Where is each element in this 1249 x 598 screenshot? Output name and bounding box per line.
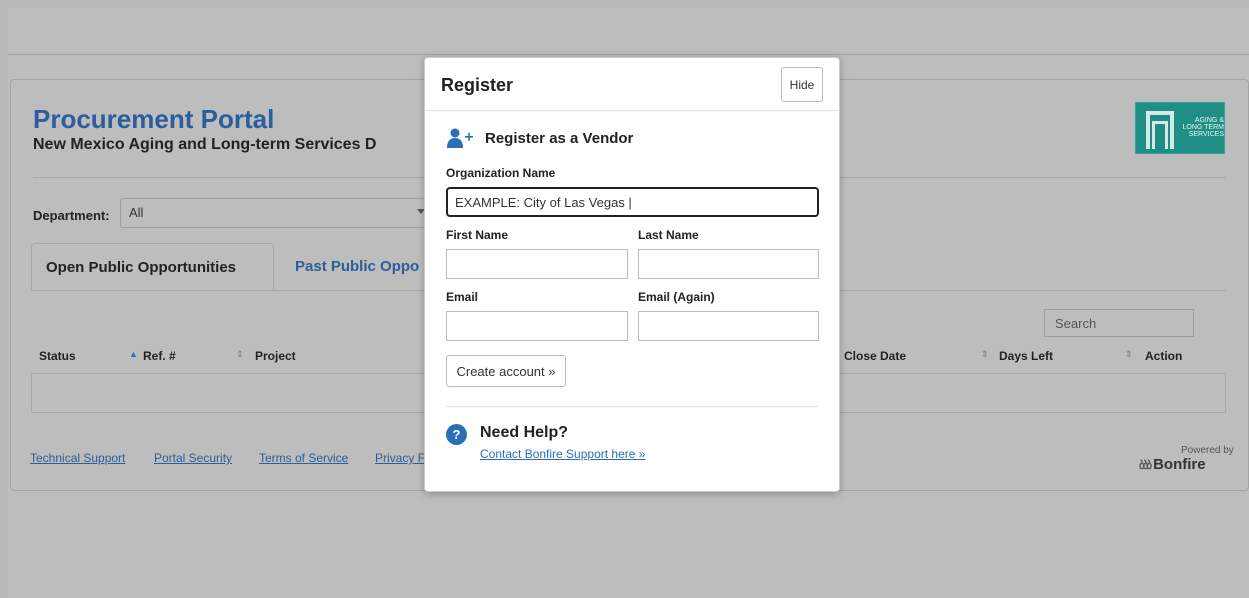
- add-user-icon: [447, 128, 473, 148]
- help-title: Need Help?: [480, 424, 569, 441]
- modal-title: Register: [441, 75, 514, 95]
- department-select[interactable]: All: [120, 198, 430, 228]
- search-input[interactable]: Search: [1044, 309, 1194, 337]
- privacy-policy-link[interactable]: Privacy F: [375, 451, 425, 465]
- portal-security-link[interactable]: Portal Security: [154, 451, 232, 465]
- sort-icon[interactable]: ⇕: [1125, 349, 1133, 360]
- agency-logo: AGING & LONG TERM SERVICES: [1135, 102, 1225, 154]
- sort-icon[interactable]: ⇕: [236, 349, 244, 360]
- arch-inner-icon: [1152, 121, 1168, 149]
- last-name-label: Last Name: [638, 228, 699, 242]
- help-icon: ?: [446, 424, 467, 445]
- column-project[interactable]: Project: [255, 349, 296, 363]
- register-modal: Register Hide Register as a Vendor Organ…: [424, 57, 840, 492]
- portal-subtitle: New Mexico Aging and Long-term Services …: [33, 136, 377, 153]
- email-label: Email: [446, 290, 479, 304]
- column-days-left[interactable]: Days Left: [999, 349, 1053, 363]
- email-again-label: Email (Again): [638, 290, 715, 304]
- technical-support-link[interactable]: Technical Support: [30, 451, 125, 465]
- department-value: All: [129, 205, 144, 220]
- top-bar: [8, 8, 1249, 55]
- sort-asc-icon[interactable]: ▲: [129, 349, 138, 359]
- bonfire-flame-icon: ბბბ: [1139, 460, 1152, 472]
- email-input[interactable]: [446, 311, 628, 341]
- terms-of-service-link[interactable]: Terms of Service: [259, 451, 348, 465]
- first-name-label: First Name: [446, 228, 509, 242]
- bonfire-brand: Bonfire: [1153, 456, 1206, 473]
- portal-title: Procurement Portal: [33, 104, 275, 134]
- column-status[interactable]: Status: [39, 349, 76, 363]
- org-name-input[interactable]: [446, 187, 819, 217]
- column-ref[interactable]: Ref. #: [143, 349, 176, 363]
- first-name-input[interactable]: [446, 249, 628, 279]
- last-name-input[interactable]: [638, 249, 819, 279]
- column-action[interactable]: Action: [1145, 349, 1182, 363]
- create-account-button[interactable]: Create account »: [446, 355, 566, 387]
- modal-header: Register Hide: [425, 58, 839, 111]
- column-close-date[interactable]: Close Date: [844, 349, 906, 363]
- email-again-input[interactable]: [638, 311, 819, 341]
- bonfire-logo: ბბბ Bonfire: [1139, 456, 1206, 473]
- tab-past-opportunities[interactable]: Past Public Oppo: [281, 243, 433, 291]
- sort-icon[interactable]: ⇕: [981, 349, 989, 360]
- contact-support-link[interactable]: Contact Bonfire Support here »: [480, 447, 645, 461]
- logo-text: AGING & LONG TERM SERVICES: [1182, 117, 1225, 138]
- hide-button[interactable]: Hide: [781, 67, 823, 102]
- modal-divider: [446, 406, 819, 407]
- tab-open-opportunities[interactable]: Open Public Opportunities: [31, 243, 274, 291]
- org-name-label: Organization Name: [446, 166, 556, 180]
- register-heading-text: Register as a Vendor: [485, 130, 634, 147]
- department-label: Department:: [33, 208, 110, 223]
- powered-by-label: Powered by: [1181, 445, 1234, 456]
